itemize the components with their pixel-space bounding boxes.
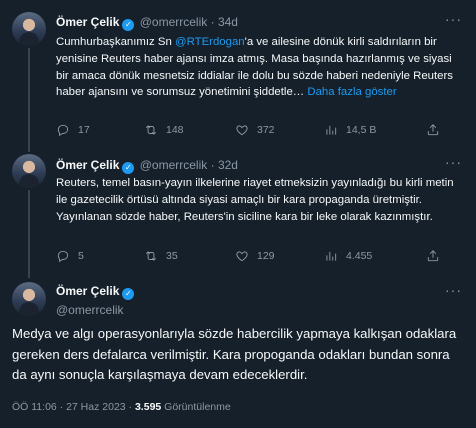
like-count: 372 xyxy=(257,124,275,136)
verified-icon: ✓ xyxy=(122,288,135,300)
retweet-button[interactable]: 35 xyxy=(144,249,178,263)
tweet-header: Ömer Çelik ✓ @omerrcelik · 34d xyxy=(56,15,238,31)
timestamp[interactable]: ÖÖ 11:06 · 27 Haz 2023 · xyxy=(12,401,135,413)
author-handle[interactable]: @omerrcelik xyxy=(140,158,208,172)
share-button[interactable] xyxy=(426,249,440,263)
separator: · xyxy=(210,158,215,172)
views-count: 4.455 xyxy=(346,250,373,262)
author-name[interactable]: Ömer Çelik xyxy=(56,15,119,29)
retweet-count: 35 xyxy=(166,250,178,262)
tweet-time[interactable]: 34d xyxy=(218,15,238,29)
retweet-count: 148 xyxy=(166,124,184,136)
views-chart-icon xyxy=(326,125,337,135)
tweet-text: Cumhurbaşkanımız Sn @RTErdogan'a ve aile… xyxy=(56,34,464,101)
tweet-actions: 17 148 372 14,5 B xyxy=(50,123,470,139)
tweet-text: Reuters, temel basın-yayın ilkelerine ri… xyxy=(56,177,454,223)
retweet-icon xyxy=(146,125,156,135)
reply-icon xyxy=(57,124,69,137)
main-tweet-text: Medya ve algı operasyonlarıyla sözde hab… xyxy=(12,326,457,382)
avatar[interactable] xyxy=(12,154,46,188)
main-tweet: Ömer Çelik ✓ @omerrcelik ··· Medya ve alg… xyxy=(0,278,476,428)
mention-link[interactable]: @RTErdogan xyxy=(175,36,245,48)
retweet-button[interactable]: 148 xyxy=(144,123,184,137)
more-icon[interactable]: ··· xyxy=(445,11,462,27)
main-author: Ömer Çelik ✓ @omerrcelik xyxy=(56,284,136,317)
share-icon xyxy=(427,124,439,136)
heart-icon xyxy=(236,251,248,262)
like-button[interactable]: 372 xyxy=(235,123,275,137)
more-icon[interactable]: ··· xyxy=(445,154,462,170)
more-icon[interactable]: ··· xyxy=(445,282,462,298)
author-name[interactable]: Ömer Çelik xyxy=(56,158,119,172)
verified-icon: ✓ xyxy=(122,19,135,31)
views-chart-icon xyxy=(326,251,337,261)
like-button[interactable]: 129 xyxy=(235,249,275,263)
author-handle[interactable]: @omerrcelik xyxy=(140,15,208,29)
views-button[interactable]: 14,5 B xyxy=(324,123,376,137)
retweet-icon xyxy=(146,251,156,261)
views-count: 3.595 xyxy=(134,401,162,413)
tweet-meta: ÖÖ 11:06 · 27 Haz 2023 · 3.595 Görüntüle… xyxy=(12,401,231,413)
tweet-text-part: Cumhurbaşkanımız Sn xyxy=(56,36,176,48)
author-handle[interactable]: @omerrcelik xyxy=(56,303,136,317)
tweet-1[interactable]: Ömer Çelik ✓ @omerrcelik · 34d ··· Cumhur… xyxy=(0,0,476,150)
reply-count: 5 xyxy=(78,250,84,262)
like-count: 129 xyxy=(257,250,275,262)
tweet-time[interactable]: 32d xyxy=(218,158,238,172)
reply-button[interactable]: 17 xyxy=(56,123,90,137)
reply-icon xyxy=(57,250,69,263)
avatar[interactable] xyxy=(12,12,46,46)
views-label: Görüntülenme xyxy=(161,401,231,413)
share-icon xyxy=(427,250,439,262)
heart-icon xyxy=(236,125,248,136)
tweet-actions: 5 35 129 4.455 xyxy=(50,249,470,265)
reply-button[interactable]: 5 xyxy=(56,249,84,263)
tweet-header: Ömer Çelik ✓ @omerrcelik · 32d xyxy=(56,158,238,174)
views-button[interactable]: 4.455 xyxy=(324,249,372,263)
verified-icon: ✓ xyxy=(122,162,135,174)
tweet-2[interactable]: Ömer Çelik ✓ @omerrcelik · 32d ··· Reuter… xyxy=(0,150,476,278)
author-name[interactable]: Ömer Çelik xyxy=(56,284,119,298)
avatar[interactable] xyxy=(12,282,46,316)
separator: · xyxy=(210,15,215,29)
reply-count: 17 xyxy=(78,124,90,136)
share-button[interactable] xyxy=(426,123,440,137)
views-count: 14,5 B xyxy=(346,124,377,136)
show-more-link[interactable]: Daha fazla göster xyxy=(307,86,396,98)
